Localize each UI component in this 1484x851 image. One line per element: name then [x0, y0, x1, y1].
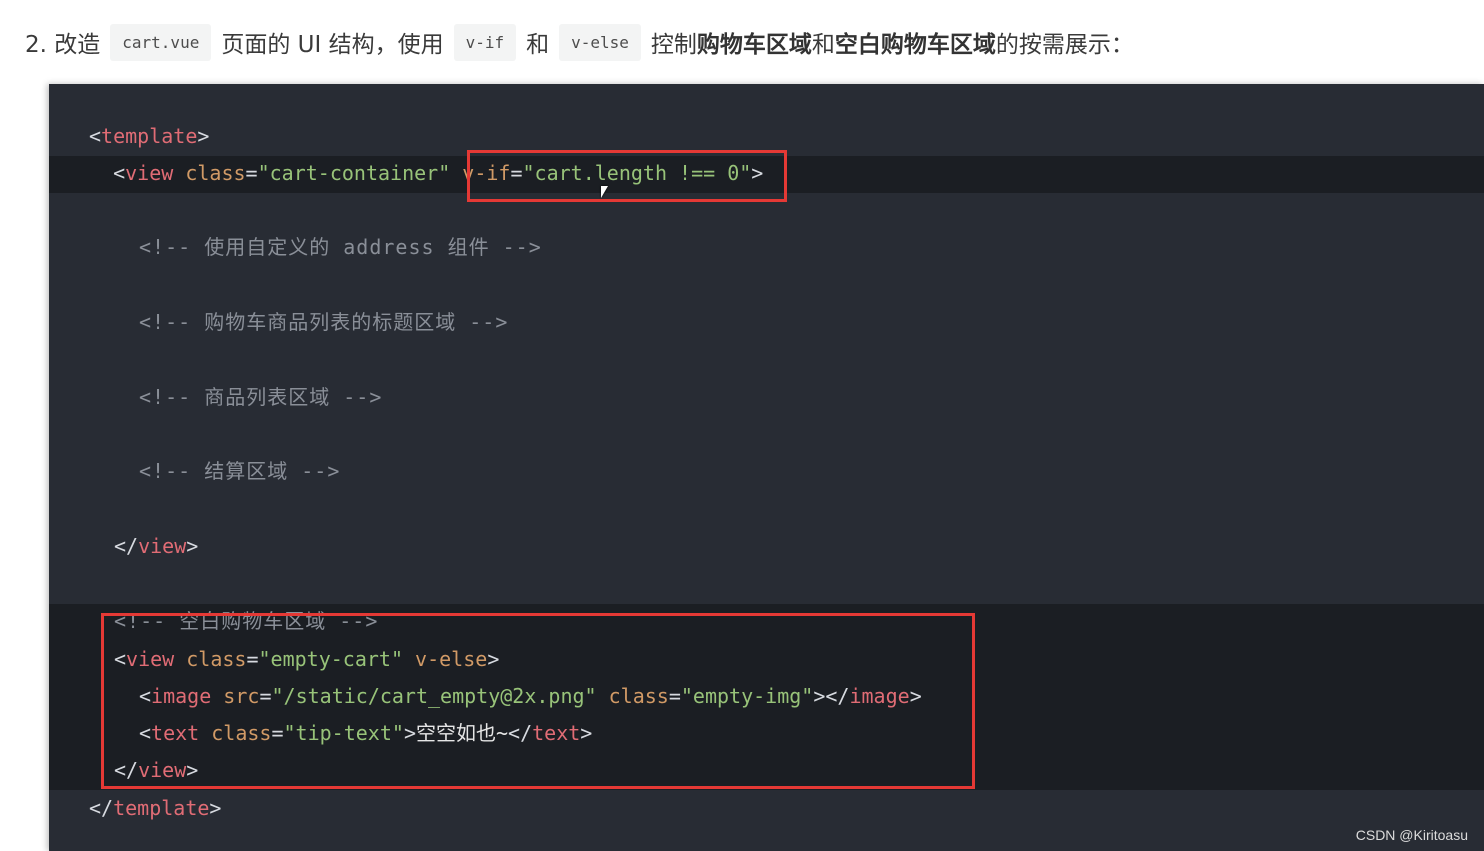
code-line-template-open: <template>	[89, 124, 210, 148]
inline-code-file: cart.vue	[110, 23, 212, 61]
watermark: CSDN @Kiritoasu	[1355, 827, 1468, 843]
intro-paragraph: 2. 改造 cart.vue 页面的 UI 结构，使用 v-if 和 v-els…	[25, 22, 1134, 62]
code-comment-title-area: <!-- 购物车商品列表的标题区域 -->	[139, 310, 509, 334]
intro-bold-empty-cart-area: 空白购物车区域	[834, 32, 996, 58]
annotation-box-v-else	[101, 613, 975, 789]
intro-text-2: 控制	[650, 32, 697, 58]
intro-text-1: 页面的 UI 结构，使用	[221, 32, 444, 58]
mouse-cursor-icon	[601, 186, 608, 198]
annotation-box-v-if	[467, 150, 787, 202]
page: 2. 改造 cart.vue 页面的 UI 结构，使用 v-if 和 v-els…	[0, 0, 1484, 851]
code-line-template-close: </template>	[89, 796, 222, 820]
inline-code-velse: v-else	[559, 23, 641, 61]
intro-bold-cart-area: 购物车区域	[696, 32, 812, 58]
code-comment-settle: <!-- 结算区域 -->	[139, 459, 341, 483]
intro-text-4: 的按需展示：	[995, 32, 1134, 58]
code-line-view-close: </view>	[114, 534, 199, 558]
inline-code-vif: v-if	[453, 23, 517, 61]
code-comment-goods-list: <!-- 商品列表区域 -->	[139, 385, 383, 409]
intro-text-3: 和	[811, 32, 835, 58]
step-number: 2. 改造	[25, 32, 101, 58]
code-comment-address: <!-- 使用自定义的 address 组件 -->	[139, 235, 542, 259]
intro-text-and: 和	[526, 32, 550, 58]
